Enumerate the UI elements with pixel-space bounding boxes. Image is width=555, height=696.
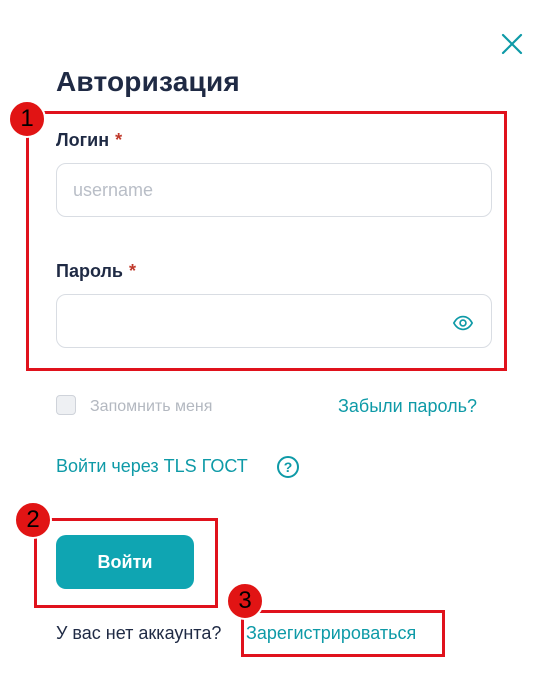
annotation-badge-3: 3: [226, 582, 264, 620]
tls-gost-login-link[interactable]: Войти через TLS ГОСТ: [56, 456, 248, 477]
highlight-box-register: [241, 610, 445, 657]
close-icon[interactable]: [498, 30, 526, 58]
help-question-icon[interactable]: ?: [277, 456, 299, 478]
remember-checkbox[interactable]: [56, 395, 76, 415]
no-account-prompt: У вас нет аккаунта?: [56, 623, 222, 643]
highlight-box-credentials: [26, 111, 507, 371]
annotation-badge-1: 1: [8, 100, 46, 138]
remember-label: Запомнить меня: [90, 398, 213, 415]
forgot-password-link[interactable]: Забыли пароль?: [338, 396, 477, 417]
highlight-box-login-button: [34, 518, 218, 608]
dialog-title: Авторизация: [56, 66, 240, 97]
annotation-badge-2: 2: [14, 501, 52, 539]
